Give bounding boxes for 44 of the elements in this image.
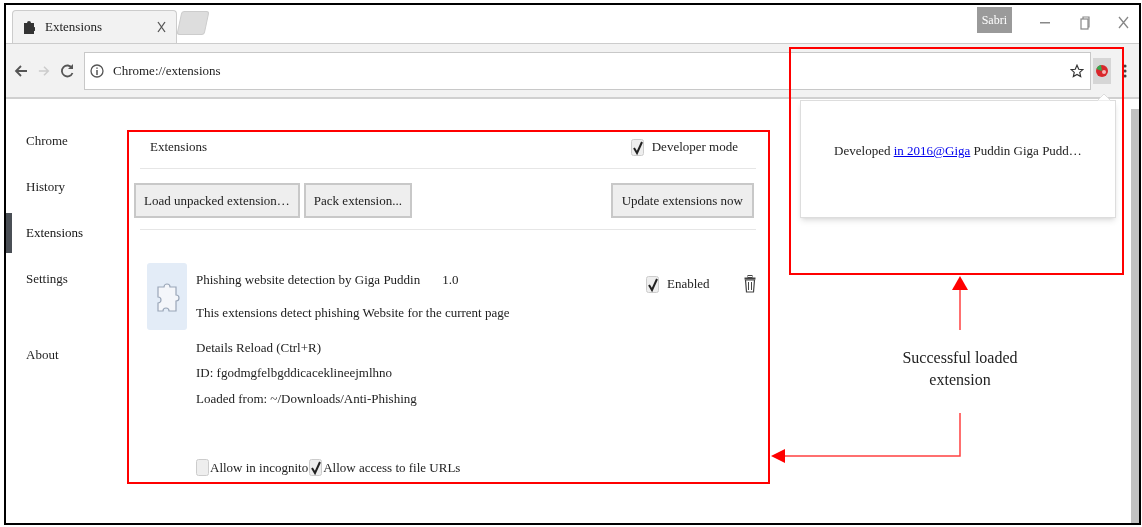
checkbox[interactable]	[196, 459, 209, 477]
sidebar-item[interactable]: Extensions	[26, 223, 84, 243]
checkbox[interactable]	[309, 459, 323, 477]
page-heading: Extensions	[150, 138, 208, 157]
tab[interactable]: Extensions	[12, 10, 177, 43]
extension-description: This extensions detect phishing Website for the current page	[196, 304, 511, 322]
scrollbar[interactable]	[1131, 109, 1139, 523]
ball-icon	[1095, 63, 1109, 78]
sidebar-item[interactable]: History	[26, 177, 65, 197]
trash-icon[interactable]	[743, 275, 756, 293]
url-text: Chrome://extensions	[113, 61, 221, 80]
button[interactable]: Update extensions now	[610, 183, 754, 218]
checkbox-label: Allow access to file URLs	[323, 459, 461, 477]
puzzle-piece-icon	[147, 263, 187, 330]
sidebar-item[interactable]: Chrome	[26, 131, 68, 151]
extension-toolbar-button[interactable]	[1093, 57, 1111, 84]
extension-version: 1.0	[442, 271, 459, 290]
extension-path: Loaded from: ~/Downloads/Anti-Phishing	[196, 389, 418, 408]
address-bar[interactable]: Chrome://extensions	[84, 51, 1091, 90]
close-icon[interactable]	[1118, 16, 1129, 29]
link[interactable]: in 2016@Giga	[893, 143, 971, 159]
button[interactable]: Load unpacked extension…	[134, 183, 300, 218]
extension-links: Details Reload (Ctrl+R)	[196, 338, 323, 357]
menu-icon[interactable]	[1123, 63, 1127, 78]
checkbox-label: Allow in incognito	[210, 459, 309, 477]
extension-name: Phishing website detection by Giga Puddin	[196, 271, 421, 290]
puzzle-icon	[23, 20, 35, 34]
annotation-label: Successful loaded extension	[901, 348, 1019, 390]
arrow	[952, 276, 968, 331]
checkbox-label: Enabled	[667, 275, 710, 294]
info-icon	[90, 63, 104, 78]
back-icon[interactable]	[14, 63, 28, 78]
restore-icon[interactable]	[1080, 16, 1090, 30]
button[interactable]: Pack extension...	[303, 183, 412, 218]
bookmark-star-icon[interactable]	[1070, 63, 1084, 78]
close-icon[interactable]	[157, 21, 166, 33]
sidebar-item[interactable]: Settings	[26, 269, 68, 289]
checkbox-label: Developer mode	[651, 138, 738, 157]
sidebar-item[interactable]: About	[26, 345, 59, 365]
checkbox[interactable]	[646, 275, 659, 293]
extension-id: ID: fgodmgfelbgddicaceklineejmlhno	[196, 364, 394, 382]
popup-message: Developed in 2016@Giga Puddin Giga Pudd…	[834, 142, 1082, 161]
checkbox[interactable]	[630, 138, 644, 156]
reload-icon[interactable]	[60, 62, 74, 79]
